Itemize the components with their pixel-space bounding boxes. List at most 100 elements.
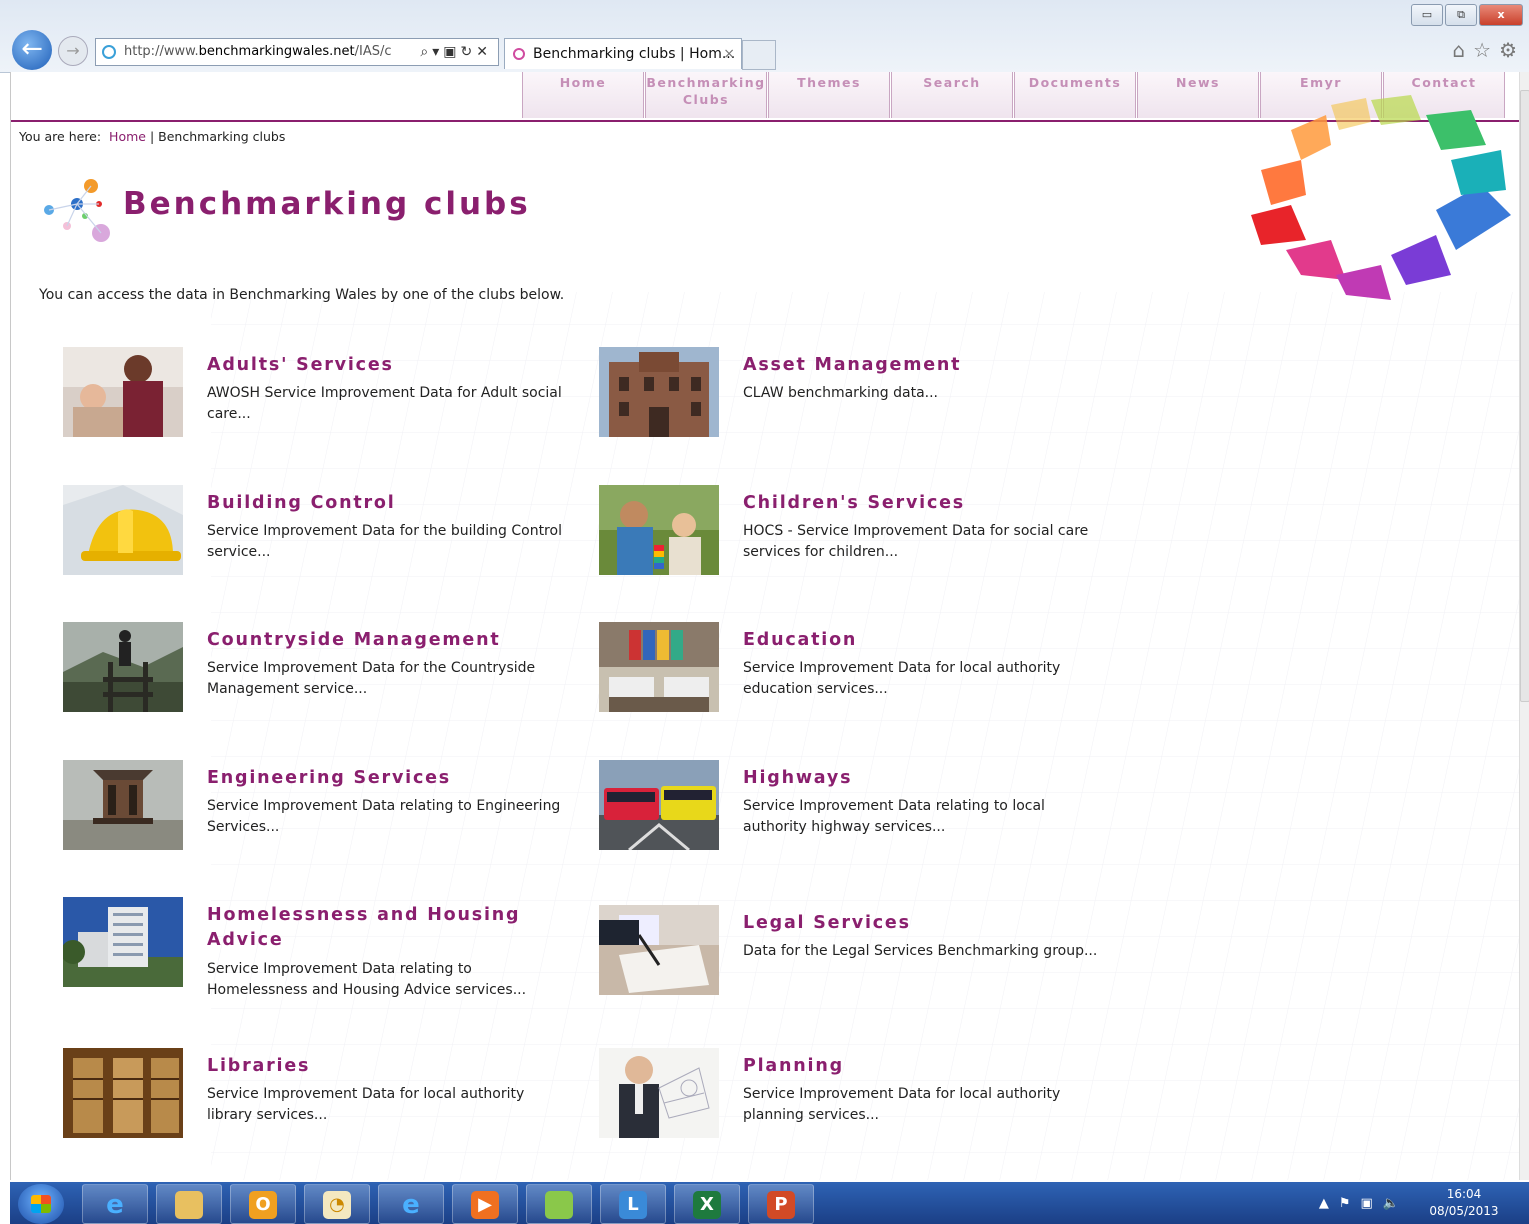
club-title[interactable]: Legal Services	[743, 911, 1103, 936]
back-arrow-icon: ←	[21, 34, 43, 64]
settings-gear-icon[interactable]: ⚙	[1499, 38, 1525, 62]
taskbar-clock-app[interactable]: ◔	[304, 1184, 370, 1224]
taskbar-folder[interactable]	[526, 1184, 592, 1224]
club-description: AWOSH Service Improvement Data for Adult…	[207, 385, 562, 422]
folder-icon	[545, 1191, 573, 1219]
club-title[interactable]: Building Control	[207, 491, 567, 516]
club-description: Service Improvement Data relating to loc…	[743, 798, 1045, 835]
club-childrens-services[interactable]: Children's Services HOCS - Service Impro…	[599, 485, 1119, 595]
club-countryside-management[interactable]: Countryside Management Service Improveme…	[63, 622, 583, 732]
close-window-button[interactable]: x	[1479, 4, 1523, 26]
club-title[interactable]: Libraries	[207, 1054, 567, 1079]
address-tools: ⌕▾▣↻✕	[420, 39, 492, 65]
club-title[interactable]: Engineering Services	[207, 766, 567, 791]
club-engineering-services[interactable]: Engineering Services Service Improvement…	[63, 760, 583, 870]
internet-explorer-icon: e	[402, 1190, 420, 1220]
refresh-icon[interactable]: ↻	[461, 44, 477, 60]
club-description: Service Improvement Data for local autho…	[207, 1086, 525, 1123]
benchmarking-logo-icon	[44, 179, 110, 242]
nav-documents[interactable]: Documents	[1014, 72, 1136, 118]
club-description: Service Improvement Data for the Country…	[207, 660, 536, 697]
club-education[interactable]: Education Service Improvement Data for l…	[599, 622, 1119, 732]
tab-favicon-icon	[513, 48, 525, 60]
club-title[interactable]: Children's Services	[743, 491, 1103, 516]
tray-icons: ▲⚑▣🔈	[1319, 1196, 1409, 1211]
compatibility-icon[interactable]: ▣	[443, 44, 460, 60]
outlook-icon: O	[249, 1191, 277, 1219]
scrollbar-thumb[interactable]	[1520, 90, 1529, 702]
tab-close-icon[interactable]: ×	[723, 39, 735, 69]
club-asset-management[interactable]: Asset Management CLAW benchmarking data.…	[599, 347, 1119, 457]
highways-image	[599, 760, 719, 850]
club-title[interactable]: Planning	[743, 1054, 1103, 1079]
club-legal-services[interactable]: Legal Services Data for the Legal Servic…	[599, 905, 1119, 1015]
breadcrumb-current: Benchmarking clubs	[158, 129, 286, 144]
address-bar[interactable]: http://www.benchmarkingwales.net/IAS/c ⌕…	[95, 38, 499, 66]
back-button[interactable]: ←	[12, 30, 52, 70]
web-page: Home Benchmarking Clubs Themes Search Doc…	[10, 72, 1521, 1180]
network-icon[interactable]: ▣	[1361, 1196, 1383, 1211]
site-favicon-icon	[102, 45, 116, 59]
club-title[interactable]: Countryside Management	[207, 628, 567, 653]
club-title[interactable]: Adults' Services	[207, 353, 567, 378]
countryside-management-image	[63, 622, 183, 712]
clock-app-icon: ◔	[323, 1191, 351, 1219]
excel-icon: X	[693, 1191, 721, 1219]
club-title[interactable]: Education	[743, 628, 1103, 653]
club-description: HOCS - Service Improvement Data for soci…	[743, 523, 1089, 560]
club-highways[interactable]: Highways Service Improvement Data relati…	[599, 760, 1119, 870]
browser-toolbar-icons: ⌂☆⚙	[1452, 38, 1525, 62]
libraries-image	[63, 1048, 183, 1138]
forward-arrow-icon: →	[66, 41, 80, 60]
show-hidden-icons-icon[interactable]: ▲	[1319, 1196, 1339, 1211]
nav-home[interactable]: Home	[522, 72, 644, 118]
file-explorer-icon	[175, 1191, 203, 1219]
taskbar-internet-explorer[interactable]: e	[82, 1184, 148, 1224]
action-center-flag-icon[interactable]: ⚑	[1339, 1196, 1361, 1211]
nav-search[interactable]: Search	[891, 72, 1013, 118]
restore-button[interactable]: ⧉	[1445, 4, 1477, 26]
breadcrumb-home-link[interactable]: Home	[109, 129, 146, 144]
lync-icon: L	[619, 1191, 647, 1219]
club-title[interactable]: Highways	[743, 766, 1103, 791]
taskbar-internet-explorer-2[interactable]: e	[378, 1184, 444, 1224]
taskbar-excel[interactable]: X	[674, 1184, 740, 1224]
taskbar-powerpoint[interactable]: P	[748, 1184, 814, 1224]
planning-image	[599, 1048, 719, 1138]
club-building-control[interactable]: Building Control Service Improvement Dat…	[63, 485, 583, 595]
taskbar-lync[interactable]: L	[600, 1184, 666, 1224]
club-description: Service Improvement Data relating to Hom…	[207, 961, 527, 998]
club-description: Service Improvement Data for local autho…	[743, 660, 1061, 697]
taskbar-media-player[interactable]: ▶	[452, 1184, 518, 1224]
club-title[interactable]: Homelessness and Housing Advice	[207, 903, 567, 953]
search-icon[interactable]: ⌕	[420, 44, 432, 60]
club-planning[interactable]: Planning Service Improvement Data for lo…	[599, 1048, 1119, 1158]
nav-themes[interactable]: Themes	[768, 72, 890, 118]
stop-icon[interactable]: ✕	[476, 44, 492, 60]
homelessness-housing-image	[63, 897, 183, 987]
clock[interactable]: 16:04 08/05/2013	[1419, 1186, 1509, 1220]
club-homelessness-housing[interactable]: Homelessness and Housing Advice Service …	[63, 897, 583, 1007]
windows-taskbar: e O ◔ e ▶ L X P ▲⚑▣🔈 16:04 08/05/2013	[10, 1182, 1529, 1224]
dropdown-icon[interactable]: ▾	[432, 44, 443, 60]
asset-management-image	[599, 347, 719, 437]
taskbar-outlook[interactable]: O	[230, 1184, 296, 1224]
volume-icon[interactable]: 🔈	[1383, 1196, 1409, 1211]
home-icon[interactable]: ⌂	[1452, 38, 1473, 62]
club-title[interactable]: Asset Management	[743, 353, 1103, 378]
club-adults-services[interactable]: Adults' Services AWOSH Service Improveme…	[63, 347, 583, 457]
forward-button[interactable]: →	[58, 36, 88, 66]
favorites-star-icon[interactable]: ☆	[1473, 38, 1499, 62]
taskbar-file-explorer[interactable]	[156, 1184, 222, 1224]
club-description: Data for the Legal Services Benchmarking…	[743, 943, 1098, 959]
club-libraries[interactable]: Libraries Service Improvement Data for l…	[63, 1048, 583, 1158]
new-tab-button[interactable]	[742, 40, 776, 70]
intro-text: You can access the data in Benchmarking …	[39, 287, 565, 303]
minimize-button[interactable]: ▭	[1411, 4, 1443, 26]
building-control-image	[63, 485, 183, 575]
club-description: Service Improvement Data for local autho…	[743, 1086, 1061, 1123]
browser-tab[interactable]: Benchmarking clubs | Hom... ×	[504, 38, 742, 69]
start-button[interactable]	[18, 1184, 64, 1224]
legal-services-image	[599, 905, 719, 995]
nav-benchmarking-clubs[interactable]: Benchmarking Clubs	[645, 72, 767, 118]
